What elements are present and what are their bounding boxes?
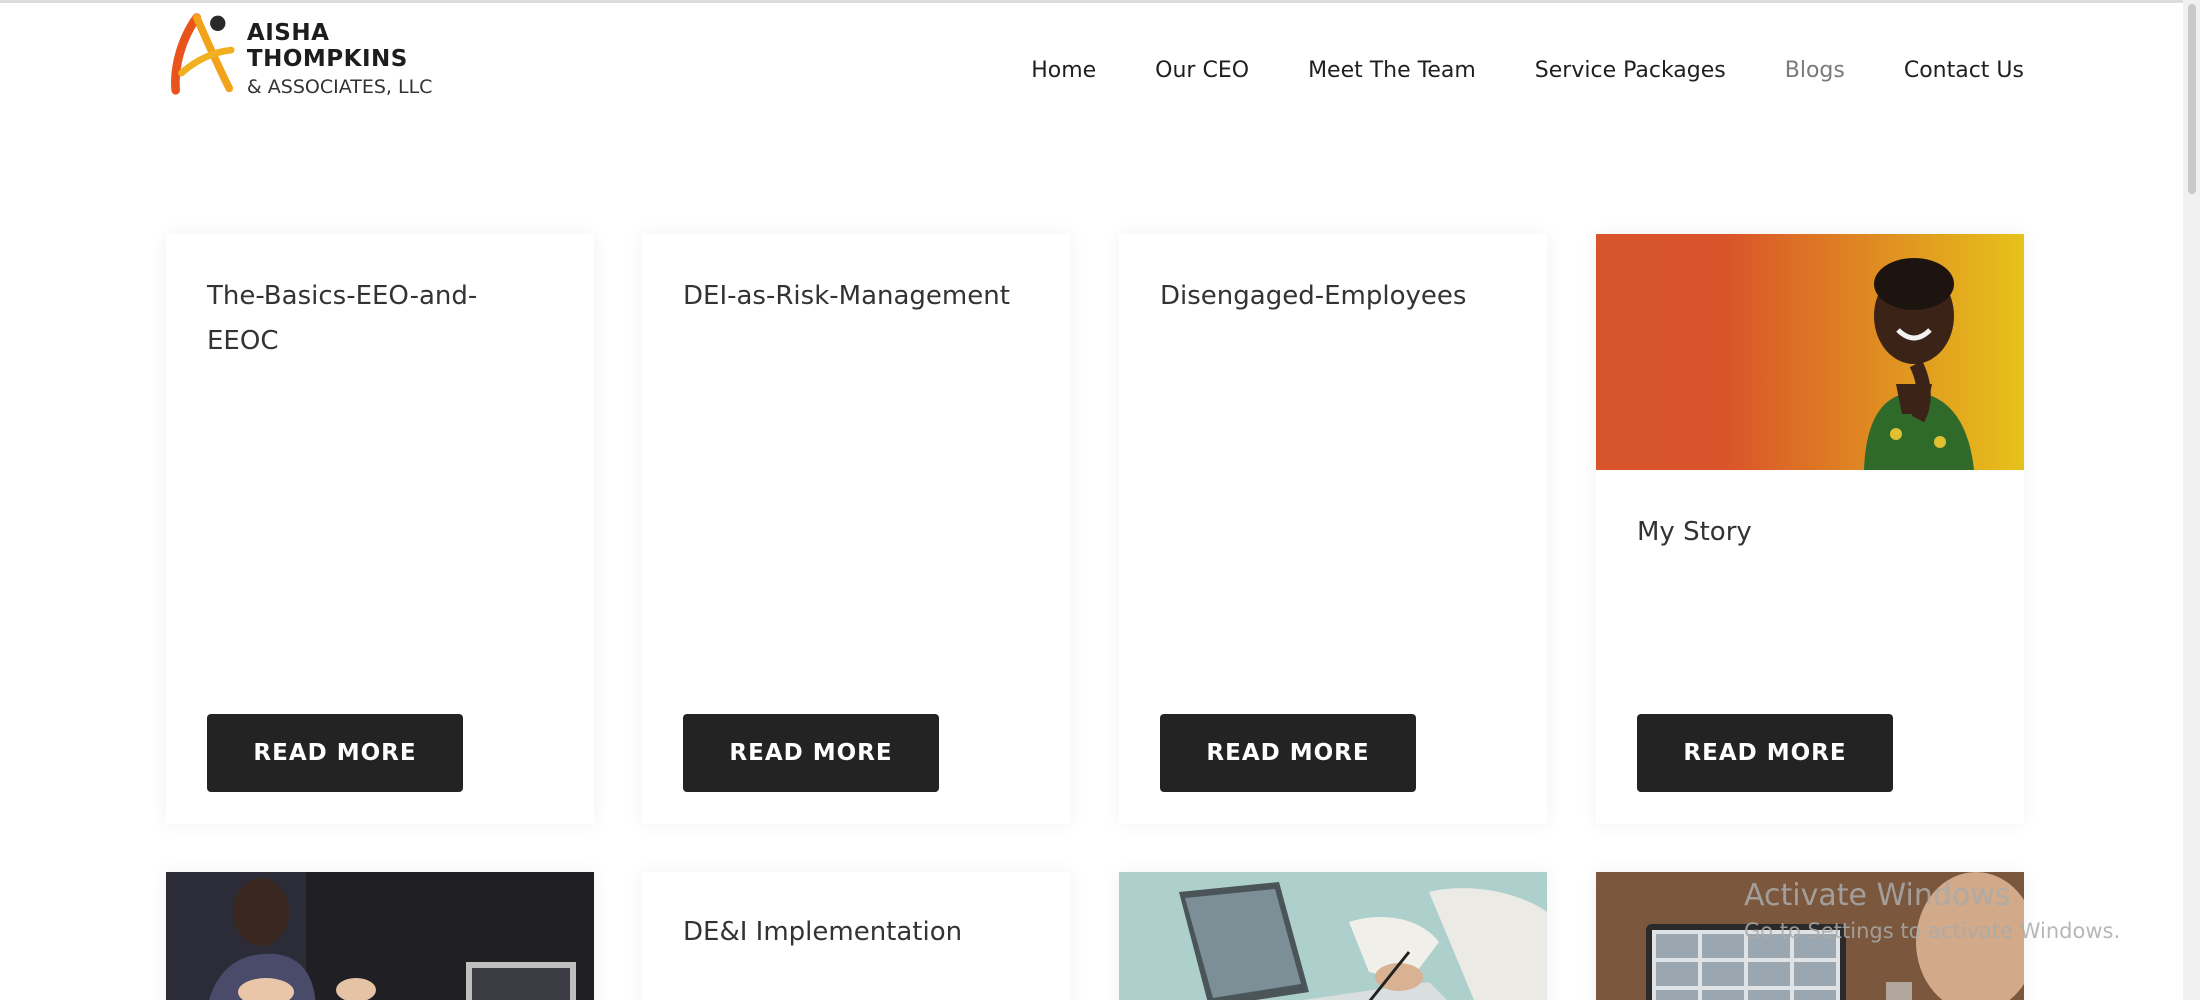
nav-our-ceo[interactable]: Our CEO xyxy=(1155,58,1249,83)
read-more-button[interactable]: READ MORE xyxy=(1637,714,1893,792)
read-more-button[interactable]: READ MORE xyxy=(683,714,939,792)
vertical-scrollbar[interactable] xyxy=(2183,0,2200,1000)
logo-company-name: AISHA THOMPKINS xyxy=(246,20,408,72)
blog-card: The-Basics-EEO-and-EEOC READ MORE xyxy=(166,234,594,824)
nav-home[interactable]: Home xyxy=(1031,58,1096,83)
nav-service-packages[interactable]: Service Packages xyxy=(1535,58,1726,83)
blog-card-title[interactable]: Disengaged-Employees xyxy=(1160,274,1466,319)
read-more-button[interactable]: READ MORE xyxy=(207,714,463,792)
main-nav: Home Our CEO Meet The Team Service Packa… xyxy=(972,58,2024,83)
blog-card-title[interactable]: DEI-as-Risk-Management xyxy=(683,274,1010,319)
windows-activation-watermark: Activate Windows Go to Settings to activ… xyxy=(1744,878,2120,943)
nav-blogs[interactable]: Blogs xyxy=(1785,58,1845,83)
nav-contact-us[interactable]: Contact Us xyxy=(1904,58,2024,83)
blog-card: Disengaged-Employees READ MORE xyxy=(1119,234,1547,824)
blog-card-title[interactable]: My Story xyxy=(1637,510,1752,555)
blog-card xyxy=(1119,872,1547,1000)
portrait-photo[interactable] xyxy=(1596,234,2024,470)
laptop-writing-photo[interactable] xyxy=(1119,872,1547,1000)
logo-company-suffix: & ASSOCIATES, LLC xyxy=(246,76,433,98)
blog-card xyxy=(166,872,594,1000)
nav-meet-the-team[interactable]: Meet The Team xyxy=(1308,58,1476,83)
read-more-button[interactable]: READ MORE xyxy=(1160,714,1416,792)
logo-mark-icon xyxy=(171,13,235,95)
watermark-subtitle: Go to Settings to activate Windows. xyxy=(1744,919,2121,943)
blog-card: DE&I Implementation xyxy=(642,872,1070,1000)
logo-text: AISHA THOMPKINS & ASSOCIATES, LLC xyxy=(247,20,488,98)
blog-card-title[interactable]: DE&I Implementation xyxy=(683,910,962,955)
blog-card-title[interactable]: The-Basics-EEO-and-EEOC xyxy=(207,274,547,364)
company-logo[interactable]: AISHA THOMPKINS & ASSOCIATES, LLC xyxy=(168,8,488,98)
scrollbar-thumb[interactable] xyxy=(2188,4,2196,194)
page: AISHA THOMPKINS & ASSOCIATES, LLC Home O… xyxy=(0,0,2200,1000)
watermark-title: Activate Windows xyxy=(1744,878,2011,913)
blog-card: DEI-as-Risk-Management READ MORE xyxy=(642,234,1070,824)
blog-card: My Story READ MORE xyxy=(1596,234,2024,824)
meeting-photo[interactable] xyxy=(166,872,594,1000)
top-border xyxy=(0,0,2200,3)
